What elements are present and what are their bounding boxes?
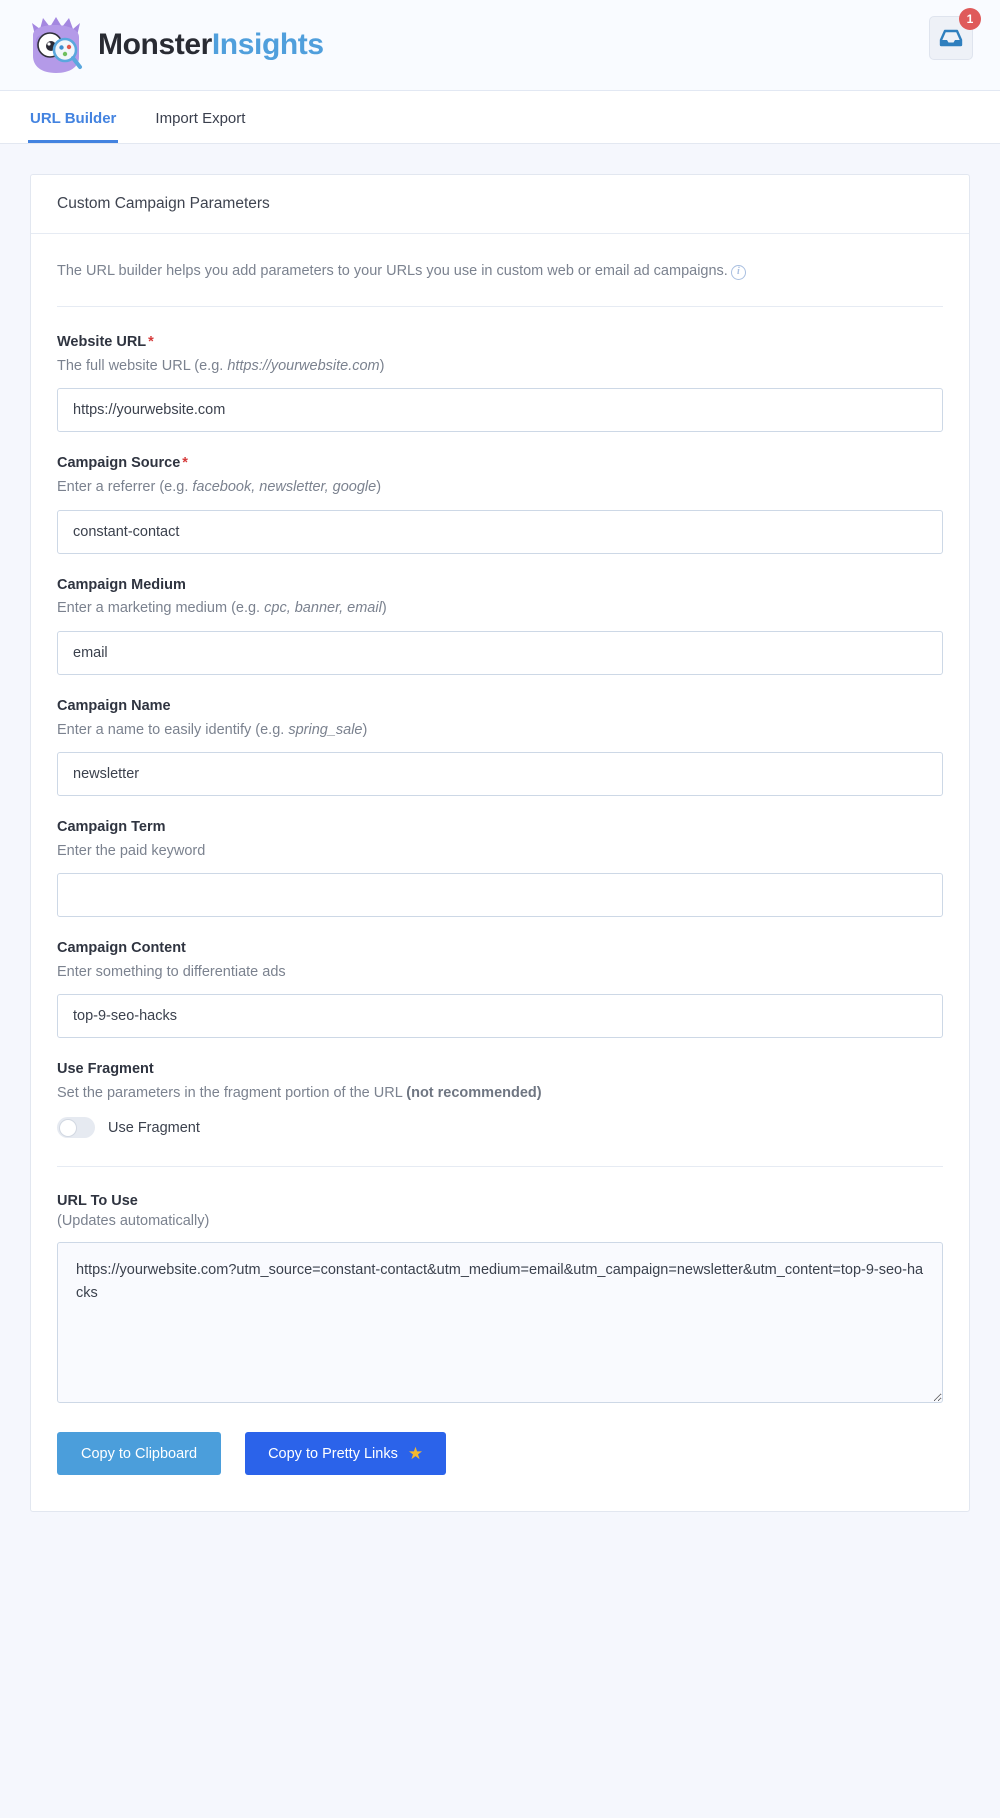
tab-import-export[interactable]: Import Export — [153, 111, 247, 143]
field-campaign-source: Campaign Source * Enter a referrer (e.g. … — [57, 454, 943, 554]
campaign-name-input[interactable] — [57, 751, 943, 796]
card-title: Custom Campaign Parameters — [57, 195, 270, 212]
help-prefix: Enter something to differentiate ads — [57, 963, 286, 980]
copy-to-clipboard-button[interactable]: Copy to Clipboard — [57, 1432, 222, 1476]
field-label: Campaign Source * — [57, 454, 943, 473]
campaign-medium-input[interactable] — [57, 630, 943, 675]
campaign-parameters-card: Custom Campaign Parameters The URL build… — [30, 174, 970, 1513]
page-content: Custom Campaign Parameters The URL build… — [0, 144, 1000, 1552]
url-to-use-section: URL To Use (Updates automatically) https… — [57, 1193, 943, 1408]
field-label-text: Campaign Medium — [57, 576, 186, 593]
brand-wordmark: MonsterInsights — [98, 30, 324, 60]
field-label-text: Campaign Name — [57, 697, 171, 714]
url-output-textarea[interactable]: https://yourwebsite.com?utm_source=const… — [57, 1242, 943, 1404]
intro-copy: The URL builder helps you add parameters… — [57, 262, 728, 279]
help-suffix: ) — [379, 358, 385, 375]
field-help: The full website URL (e.g. https://yourw… — [57, 356, 943, 376]
website-url-input[interactable] — [57, 388, 943, 433]
field-help: Enter a referrer (e.g. facebook, newslet… — [57, 477, 943, 497]
intro-text: The URL builder helps you add parameters… — [57, 261, 943, 308]
copy-to-clipboard-label: Copy to Clipboard — [81, 1445, 198, 1462]
copy-to-pretty-links-button[interactable]: Copy to Pretty Links ★ — [245, 1432, 447, 1476]
help-prefix: Enter a name to easily identify (e.g. — [57, 721, 289, 738]
field-campaign-term: Campaign Term Enter the paid keyword — [57, 818, 943, 918]
inbox-notification-badge: 1 — [959, 8, 981, 30]
field-campaign-medium: Campaign Medium Enter a marketing medium… — [57, 576, 943, 675]
field-help: Enter the paid keyword — [57, 841, 943, 861]
toggle-knob — [58, 1118, 77, 1137]
help-example: https://yourwebsite.com — [227, 358, 380, 375]
url-to-use-title: URL To Use — [57, 1193, 138, 1210]
help-prefix: The full website URL (e.g. — [57, 358, 228, 375]
tab-bar: URL Builder Import Export — [0, 91, 1000, 144]
inbox-tray-icon — [939, 29, 963, 47]
use-fragment-toggle-row: Use Fragment — [57, 1117, 943, 1168]
field-campaign-content: Campaign Content Enter something to diff… — [57, 939, 943, 1039]
field-label-text: Campaign Source — [57, 455, 181, 472]
help-strong: (not recommended) — [406, 1085, 542, 1102]
monster-logo-icon — [32, 17, 82, 73]
help-example: cpc, banner, email — [264, 600, 382, 617]
tab-url-builder[interactable]: URL Builder — [28, 111, 119, 143]
brand-name-first: Monster — [98, 28, 212, 61]
field-label-text: Campaign Content — [57, 940, 186, 957]
help-example: facebook, newsletter, google — [192, 479, 377, 496]
help-prefix: Enter a marketing medium (e.g. — [57, 600, 265, 617]
help-suffix: ) — [362, 721, 368, 738]
inbox-button[interactable]: 1 — [929, 8, 981, 60]
field-label-text: Campaign Term — [57, 818, 166, 835]
brand-logo: MonsterInsights — [28, 15, 324, 75]
help-suffix: ) — [376, 479, 382, 496]
url-to-use-subtitle: (Updates automatically) — [57, 1213, 210, 1230]
field-help: Enter a name to easily identify (e.g. sp… — [57, 720, 943, 740]
use-fragment-toggle[interactable] — [57, 1117, 95, 1139]
field-use-fragment: Use Fragment Set the parameters in the f… — [57, 1060, 943, 1168]
required-asterisk: * — [182, 455, 188, 472]
help-prefix: Enter a referrer (e.g. — [57, 479, 193, 496]
field-label: Website URL * — [57, 333, 943, 352]
use-fragment-help: Set the parameters in the fragment porti… — [57, 1083, 943, 1103]
help-prefix: Set the parameters in the fragment porti… — [57, 1085, 407, 1102]
action-buttons: Copy to Clipboard Copy to Pretty Links ★ — [57, 1432, 943, 1511]
info-circle-icon[interactable]: i — [730, 264, 746, 280]
field-website-url: Website URL * The full website URL (e.g. … — [57, 333, 943, 433]
help-prefix: Enter the paid keyword — [57, 842, 206, 859]
help-suffix: ) — [381, 600, 387, 617]
use-fragment-label: Use Fragment — [57, 1061, 154, 1078]
brand-name-second: Insights — [211, 28, 324, 61]
field-campaign-name: Campaign Name Enter a name to easily ide… — [57, 697, 943, 796]
app-header: MonsterInsights 1 — [0, 0, 1000, 91]
copy-to-pretty-links-label: Copy to Pretty Links — [268, 1445, 398, 1462]
header-actions: 1 — [929, 8, 981, 60]
field-label: Campaign Content — [57, 939, 943, 958]
field-label: Campaign Name — [57, 697, 943, 716]
card-header: Custom Campaign Parameters — [31, 175, 969, 234]
help-example: spring_sale — [288, 721, 363, 738]
field-help: Enter something to differentiate ads — [57, 962, 943, 982]
card-body: The URL builder helps you add parameters… — [31, 234, 969, 1512]
use-fragment-toggle-label: Use Fragment — [108, 1119, 200, 1136]
field-label: Campaign Term — [57, 818, 943, 837]
campaign-content-input[interactable] — [57, 994, 943, 1039]
campaign-source-input[interactable] — [57, 509, 943, 554]
star-icon: ★ — [407, 1444, 424, 1464]
field-label: Campaign Medium — [57, 576, 943, 595]
field-label-text: Website URL — [57, 334, 147, 351]
campaign-term-input[interactable] — [57, 873, 943, 918]
field-help: Enter a marketing medium (e.g. cpc, bann… — [57, 598, 943, 618]
required-asterisk: * — [148, 334, 154, 351]
